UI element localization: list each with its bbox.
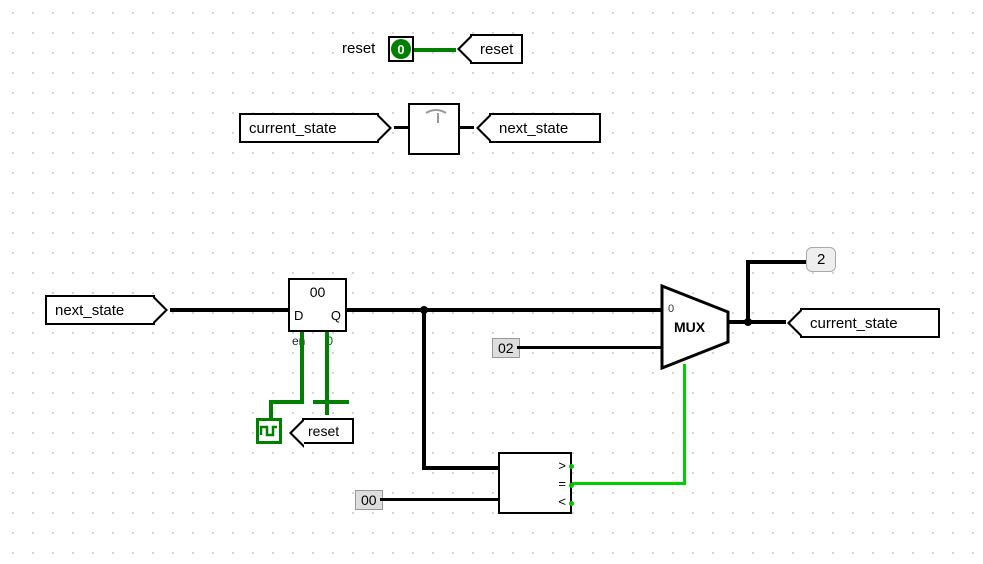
const-two-value: 2 [817,251,825,268]
const-00-value: 00 [361,492,377,508]
clock-terminal[interactable] [256,418,282,444]
compare-block[interactable]: > = < [498,452,572,514]
wire-delay-to-ns [460,126,474,129]
tag-next-state-top-label: next_state [499,120,568,137]
tag-next-state-top[interactable]: next_state [489,113,601,143]
tag-reset-top[interactable]: reset [470,34,523,64]
wire-02-to-mux [517,346,662,349]
const-two[interactable]: 2 [806,247,836,272]
register-q-port: Q [331,308,341,323]
clock-icon [259,421,279,441]
mux-block[interactable]: 0 MUX [660,287,730,367]
tag-current-state-top-label: current_state [249,120,337,137]
const-02-value: 02 [498,340,514,356]
unit-delay-block[interactable] [408,103,460,155]
compare-eq: = [558,476,566,491]
const-00[interactable]: 00 [355,490,383,510]
wire-mux-sel-h [572,482,686,485]
tag-reset-bottom-label: reset [308,423,339,439]
tag-current-state-right-label: current_state [810,315,898,332]
compare-gt: > [558,458,566,473]
mux-label: MUX [674,319,705,335]
tag-reset-top-label: reset [480,41,513,58]
wire-junction-down [422,308,426,468]
led-value: 0 [391,39,411,59]
wire-to-const2-h [746,260,806,264]
compare-eq-port [569,483,574,488]
wire-reset-T-h [313,400,349,404]
wire-mux-out [728,320,786,324]
tag-current-state-top[interactable]: current_state [239,113,379,143]
wire-mux-sel-v [683,364,686,484]
diagram-canvas: { "blocks": { "reset_label": "reset", "r… [0,0,983,564]
wire-cs-to-delay [394,126,408,129]
compare-gt-port [569,464,574,469]
wire-to-compare-top [422,466,500,470]
delay-icon [410,105,462,157]
register-value: 00 [290,284,345,300]
wire-en-h [269,400,304,404]
wire-en-v2 [269,400,273,420]
wire-ns-to-reg [170,308,288,312]
compare-lt: < [558,494,566,509]
wire-en-v [300,332,304,402]
tag-current-state-right[interactable]: current_state [800,308,940,338]
tag-next-state-left[interactable]: next_state [45,295,155,325]
wire-mux-to-const2 [746,262,750,322]
wire-reg-to-mux [347,308,662,312]
register-block[interactable]: 00 D Q en 0 [288,278,347,332]
tag-next-state-left-label: next_state [55,302,124,319]
register-d-port: D [294,308,303,323]
mux-sel-label: 0 [668,303,674,315]
led-indicator: 0 [388,36,414,62]
wire-reset-led [414,48,456,52]
const-02[interactable]: 02 [492,338,520,358]
wire-00-to-compare [380,498,500,501]
reset-label-text: reset [342,40,375,57]
tag-reset-bottom[interactable]: reset [302,418,354,444]
compare-lt-port [569,501,574,506]
